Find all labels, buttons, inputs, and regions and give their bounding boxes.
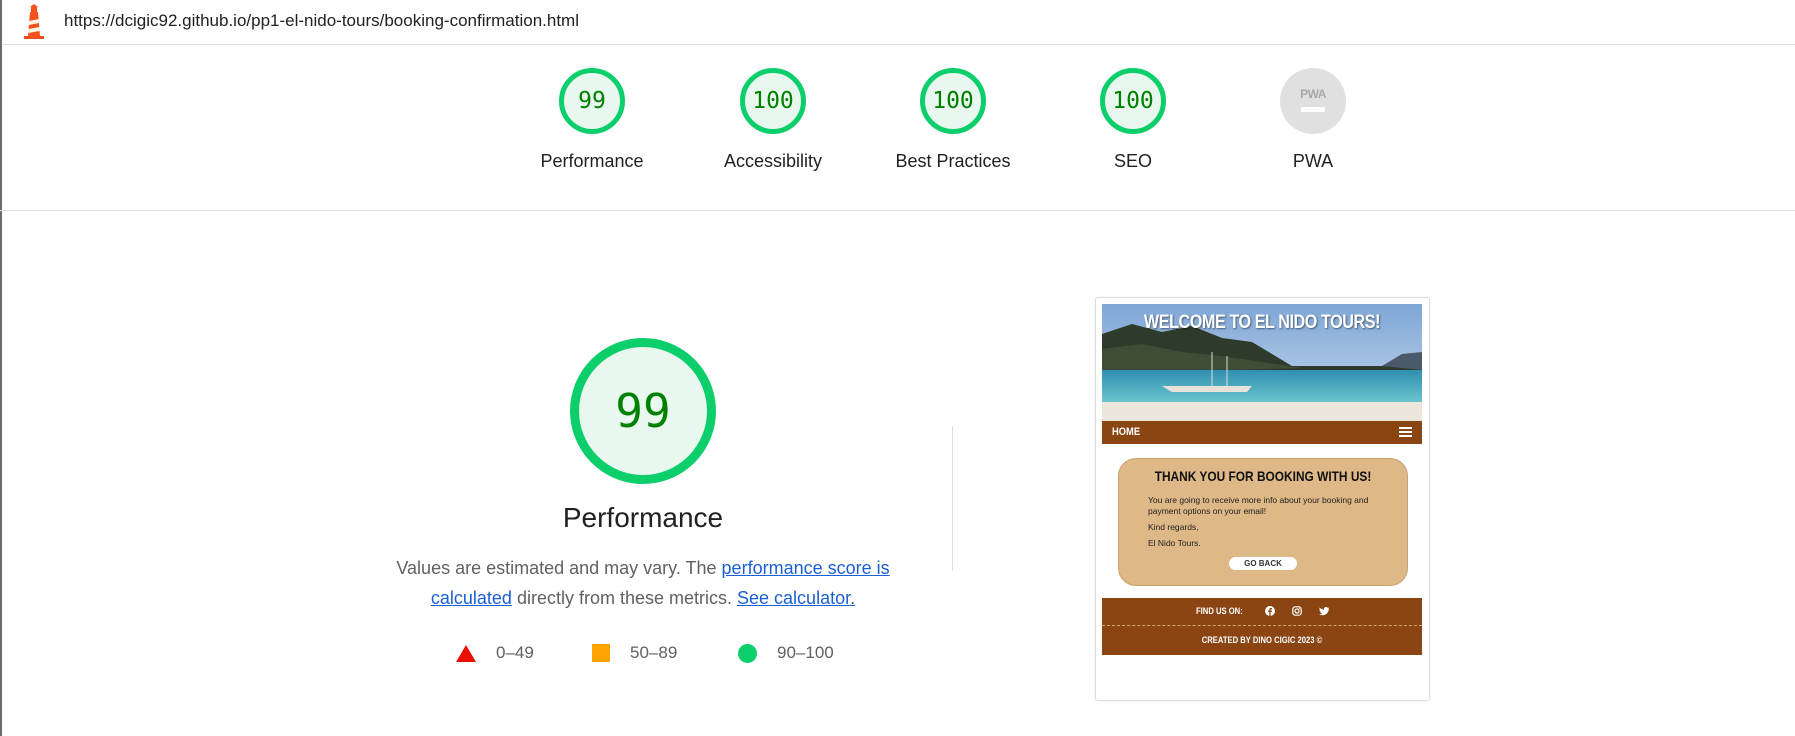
twitter-icon	[1319, 607, 1329, 616]
confirmation-card: THANK YOU FOR BOOKING WITH US! You are g…	[1118, 458, 1408, 586]
desc-text: directly from these metrics.	[511, 588, 738, 608]
gauge-label: PWA	[1292, 151, 1334, 171]
average-square-icon	[592, 644, 610, 662]
site-navbar: HOME	[1102, 421, 1422, 444]
performance-title: Performance	[562, 502, 724, 533]
gauge-accessibility[interactable]: 100 Accessibility	[703, 68, 843, 172]
legend-range: 0–49	[496, 643, 534, 662]
card-regards: Kind regards,	[1148, 522, 1199, 532]
instagram-icon	[1292, 606, 1302, 616]
hero-image: WELCOME TO EL NIDO TOURS!	[1102, 304, 1422, 421]
gauge-score: 99	[559, 68, 625, 134]
nav-home-link: HOME	[1112, 426, 1141, 438]
pwa-dash-icon	[1301, 106, 1325, 112]
desc-text: Values are estimated and may vary. The	[396, 558, 722, 578]
gauge-label: Best Practices	[895, 151, 1011, 171]
gauge-label: Performance	[540, 151, 644, 171]
gauge-score: 100	[920, 68, 986, 134]
legend-range: 90–100	[777, 643, 834, 662]
fail-triangle-icon	[456, 644, 476, 662]
site-footer-credit: CREATED BY DINO CIGIC 2023 ©	[1102, 626, 1422, 655]
card-signature: El Nido Tours.	[1148, 538, 1201, 548]
report-url[interactable]: https://dcigic92.github.io/pp1-el-nido-t…	[64, 11, 579, 31]
legend-pass: 90–100	[738, 643, 834, 663]
footer-credit: CREATED BY DINO CIGIC 2023 ©	[1201, 635, 1323, 645]
site-footer-social: FIND US ON:	[1102, 598, 1422, 626]
legend-range: 50–89	[630, 643, 678, 662]
gauge-best-practices[interactable]: 100 Best Practices	[883, 68, 1023, 172]
gauge-performance[interactable]: 99 Performance	[522, 68, 662, 172]
legend-fail: 0–49	[456, 643, 534, 663]
category-gauges: 99 Performance 100 Accessibility 100 Bes…	[0, 44, 1795, 211]
gauge-score: 100	[1100, 68, 1166, 134]
card-text: You are going to receive more info about…	[1148, 495, 1369, 516]
performance-description: Values are estimated and may vary. The p…	[383, 553, 903, 613]
gauge-label: Accessibility	[723, 151, 823, 171]
go-back-button: GO BACK	[1229, 557, 1297, 570]
pwa-badge-text: PWA	[1300, 86, 1326, 101]
legend-average: 50–89	[592, 643, 677, 663]
pwa-badge-icon: PWA	[1280, 68, 1346, 134]
gauge-pwa[interactable]: PWA PWA	[1243, 68, 1383, 172]
gauge-label: SEO	[1113, 151, 1152, 171]
hero-title: WELCOME TO EL NIDO TOURS!	[1143, 312, 1381, 333]
pass-circle-icon	[738, 643, 757, 663]
card-title: THANK YOU FOR BOOKING WITH US!	[1154, 468, 1372, 484]
gauge-seo[interactable]: 100 SEO	[1063, 68, 1203, 172]
see-calculator-link[interactable]: See calculator.	[737, 588, 855, 608]
performance-big-gauge: 99	[570, 338, 716, 484]
final-screenshot[interactable]: WELCOME TO EL NIDO TOURS! HOME THANK YOU…	[1095, 297, 1430, 701]
report-topbar: https://dcigic92.github.io/pp1-el-nido-t…	[2, 0, 1795, 45]
gauge-score: 100	[740, 68, 806, 134]
hamburger-menu-icon	[1399, 427, 1412, 439]
performance-big-score: 99	[570, 338, 716, 484]
facebook-icon	[1265, 606, 1275, 616]
lighthouse-logo-icon	[24, 4, 44, 39]
page-screenshot: WELCOME TO EL NIDO TOURS! HOME THANK YOU…	[1102, 304, 1422, 655]
section-divider	[952, 426, 953, 571]
find-us-label: FIND US ON:	[1196, 606, 1243, 616]
